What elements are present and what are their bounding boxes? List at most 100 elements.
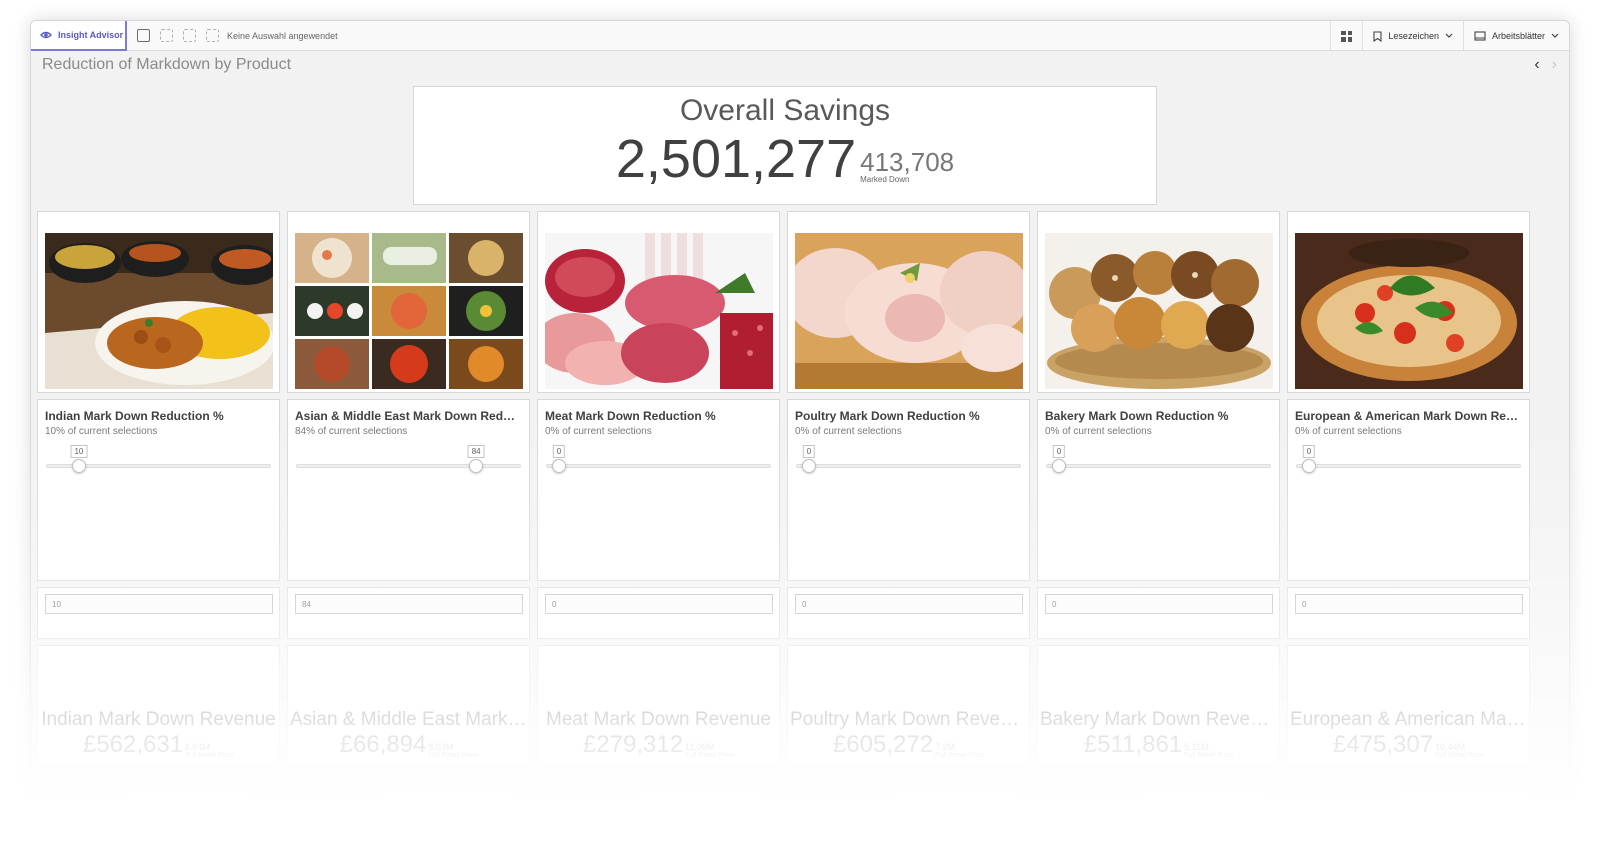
kpi-title: Overall Savings (679, 94, 891, 127)
product-column: Asian & Middle East Mark Down Reduction … (287, 211, 530, 765)
revenue-value: £279,312 (582, 731, 684, 758)
reduction-input[interactable]: 0 (1045, 594, 1273, 614)
reduction-slider[interactable]: 10 (45, 445, 272, 477)
slider-track[interactable] (796, 464, 1021, 468)
slider-thumb[interactable] (552, 459, 566, 473)
reduction-input[interactable]: 10 (45, 594, 273, 614)
revenue-secondary-value: 8.03M (428, 742, 454, 752)
sheet-header: Reduction of Markdown by Product ‹ › (31, 51, 1569, 79)
poultry-image (795, 233, 1023, 389)
revenue-secondary-label: Full Retail Price (1184, 752, 1234, 759)
slider-subtitle: 84% of current selections (295, 426, 408, 437)
revenue-title: Indian Mark Down Revenue (41, 709, 276, 730)
grid-view-button[interactable] (1330, 21, 1362, 51)
revenue-value: £511,861 (1083, 731, 1183, 758)
revenue-kpi-card: Indian Mark Down Revenue £562,631 6.64M … (37, 645, 280, 765)
revenue-value: £475,307 (1332, 731, 1434, 758)
reduction-input[interactable]: 0 (1295, 594, 1523, 614)
slider-thumb[interactable] (469, 459, 484, 473)
slider-subtitle: 0% of current selections (795, 426, 902, 437)
reduction-input[interactable]: 0 (545, 594, 773, 614)
toolbar: Insight Advisor Keine Auswahl angewendet… (31, 21, 1569, 51)
revenue-kpi-card: Poultry Mark Down Revenue £605,272 7.2M … (787, 645, 1030, 765)
reduction-slider-card: European & American Mark Down Reduction … (1287, 399, 1530, 581)
revenue-title: Bakery Mark Down Revenue (1040, 709, 1279, 730)
slider-track[interactable] (546, 464, 771, 468)
reduction-input-card: 0 (1037, 587, 1280, 639)
reduction-slider-card: Poultry Mark Down Reduction % 0% of curr… (787, 399, 1030, 581)
pizza-image (1295, 233, 1523, 389)
reduction-input[interactable]: 84 (295, 594, 523, 614)
reduction-input-card: 0 (1287, 587, 1530, 639)
app-window: Insight Advisor Keine Auswahl angewendet… (30, 20, 1570, 810)
kpi-secondary-value: 413,708 (860, 147, 955, 177)
revenue-secondary-value: 10.44M (1435, 742, 1466, 752)
slider-subtitle: 0% of current selections (1045, 426, 1152, 437)
revenue-title: European & American Mark Down Revenue (1290, 709, 1529, 730)
slider-value-tooltip: 0 (552, 445, 566, 458)
bookmarks-button[interactable]: Lesezeichen (1362, 21, 1463, 51)
slider-title: Bakery Mark Down Reduction % (1045, 409, 1229, 423)
revenue-kpi-card: European & American Mark Down Revenue £4… (1287, 645, 1530, 765)
reduction-slider[interactable]: 0 (795, 445, 1022, 477)
revenue-title: Meat Mark Down Revenue (546, 709, 771, 730)
revenue-secondary-value: 5.11M (1184, 742, 1209, 752)
revenue-value: £66,894 (339, 731, 427, 758)
revenue-secondary-value: 11.06M (685, 742, 715, 752)
revenue-kpi-card: Bakery Mark Down Revenue £511,861 5.11M … (1037, 645, 1280, 765)
product-image-card (1037, 211, 1280, 393)
reduction-slider-card: Indian Mark Down Reduction % 10% of curr… (37, 399, 280, 581)
reduction-slider-card: Asian & Middle East Mark Down Reduction … (287, 399, 530, 581)
revenue-title: Asian & Middle East Mark Down Revenue (290, 709, 529, 730)
slider-thumb[interactable] (71, 459, 86, 473)
revenue-title: Poultry Mark Down Revenue (790, 709, 1029, 730)
product-columns: Indian Mark Down Reduction % 10% of curr… (37, 211, 1530, 765)
slider-title: Asian & Middle East Mark Down Reduction … (295, 409, 522, 423)
insight-advisor-label: Insight Advisor (58, 29, 124, 40)
revenue-secondary-label: Full Retail Price (935, 752, 985, 759)
reduction-slider[interactable]: 0 (545, 445, 772, 477)
reduction-slider[interactable]: 84 (295, 445, 522, 477)
product-column: Poultry Mark Down Reduction % 0% of curr… (787, 211, 1030, 765)
slider-thumb[interactable] (1052, 459, 1066, 473)
insight-advisor-button[interactable]: Insight Advisor (31, 21, 127, 51)
asian-food-image (295, 233, 523, 389)
reduction-input-card: 10 (37, 587, 280, 639)
revenue-secondary-label: Full Retail Price (1435, 752, 1485, 759)
reduction-slider[interactable]: 0 (1295, 445, 1522, 477)
slider-subtitle: 0% of current selections (1295, 426, 1402, 437)
insight-advisor-icon (40, 31, 52, 38)
step-back-icon[interactable] (160, 29, 173, 42)
chevron-down-icon (1551, 33, 1559, 38)
slider-title: European & American Mark Down Reduction … (1295, 409, 1522, 423)
next-sheet-icon[interactable]: › (1552, 56, 1557, 74)
reduction-slider[interactable]: 0 (1045, 445, 1272, 477)
reduction-input[interactable]: 0 (795, 594, 1023, 614)
slider-thumb[interactable] (1302, 459, 1316, 473)
previous-sheet-icon[interactable]: ‹ (1534, 56, 1539, 74)
product-image-card (287, 211, 530, 393)
chevron-down-icon (1445, 33, 1453, 38)
slider-title: Indian Mark Down Reduction % (45, 409, 224, 423)
sheet-title: Reduction of Markdown by Product (42, 56, 292, 73)
slider-track[interactable] (1046, 464, 1271, 468)
product-image-card (37, 211, 280, 393)
slider-subtitle: 0% of current selections (545, 426, 652, 437)
slider-thumb[interactable] (802, 459, 816, 473)
revenue-secondary-label: Full Retail Price (428, 752, 478, 759)
clear-selections-icon[interactable] (206, 29, 219, 42)
slider-track[interactable] (1296, 464, 1521, 468)
reduction-slider-card: Bakery Mark Down Reduction % 0% of curre… (1037, 399, 1280, 581)
sheets-button[interactable]: Arbeitsblätter (1462, 21, 1569, 51)
smart-search-icon[interactable] (137, 29, 150, 42)
slider-track[interactable] (296, 464, 521, 468)
revenue-kpi-card: Asian & Middle East Mark Down Revenue £6… (287, 645, 530, 765)
meat-image (545, 233, 773, 389)
no-selection-text: Keine Auswahl angewendet (227, 30, 338, 41)
revenue-secondary-label: Full Retail Price (185, 752, 235, 759)
slider-value-tooltip: 0 (1052, 445, 1066, 458)
product-column: European & American Mark Down Reduction … (1287, 211, 1530, 765)
slider-value-tooltip: 0 (1302, 445, 1316, 458)
step-forward-icon[interactable] (183, 29, 196, 42)
revenue-kpi-card: Meat Mark Down Revenue £279,312 11.06M F… (537, 645, 780, 765)
